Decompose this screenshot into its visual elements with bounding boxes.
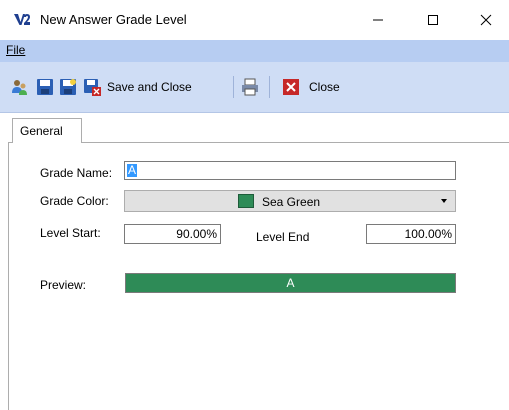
toolbar-separator (269, 76, 270, 98)
window-close-button[interactable] (463, 0, 509, 40)
maximize-button[interactable] (410, 0, 456, 40)
grade-name-input[interactable]: A (124, 161, 456, 180)
close-button[interactable]: Close (309, 80, 340, 94)
save-close-icon[interactable] (83, 78, 101, 96)
title-bar: New Answer Grade Level (0, 0, 509, 40)
grade-preview: A (125, 273, 456, 293)
menu-file[interactable]: File (6, 43, 25, 57)
preview-label: Preview: (40, 278, 87, 292)
dialog-window: New Answer Grade Level File Save and Clo… (0, 0, 509, 410)
color-swatch (238, 194, 254, 208)
level-end-input[interactable]: 100.00% (366, 224, 456, 244)
grade-name-label: Grade Name: (40, 166, 113, 180)
save-and-close-button[interactable]: Save and Close (107, 80, 192, 94)
content-area: General (0, 113, 509, 410)
grade-color-label: Grade Color: (40, 194, 109, 208)
toolbar-separator (233, 76, 234, 98)
window-title: New Answer Grade Level (40, 12, 187, 27)
save-new-icon[interactable] (59, 78, 77, 96)
level-end-label: Level End (256, 230, 310, 244)
grade-color-dropdown[interactable]: Sea Green (124, 190, 456, 212)
toolbar: Save and Close Close (0, 62, 509, 113)
chevron-down-icon (441, 199, 447, 203)
v2-app-icon (14, 14, 30, 25)
minimize-button[interactable] (355, 0, 401, 40)
maximize-icon (428, 15, 438, 25)
level-start-input[interactable]: 90.00% (124, 224, 221, 244)
menu-bar: File (0, 40, 509, 62)
minimize-icon (373, 19, 383, 21)
tab-general[interactable]: General (12, 118, 82, 143)
level-start-label: Level Start: (40, 226, 101, 240)
close-x-icon[interactable] (282, 78, 300, 96)
grade-name-value: A (127, 163, 138, 177)
users-icon[interactable] (11, 78, 29, 96)
print-icon[interactable] (241, 78, 259, 96)
close-icon (480, 14, 492, 26)
grade-color-value: Sea Green (262, 195, 321, 209)
tab-general-label: General (20, 124, 63, 138)
save-icon[interactable] (36, 78, 54, 96)
